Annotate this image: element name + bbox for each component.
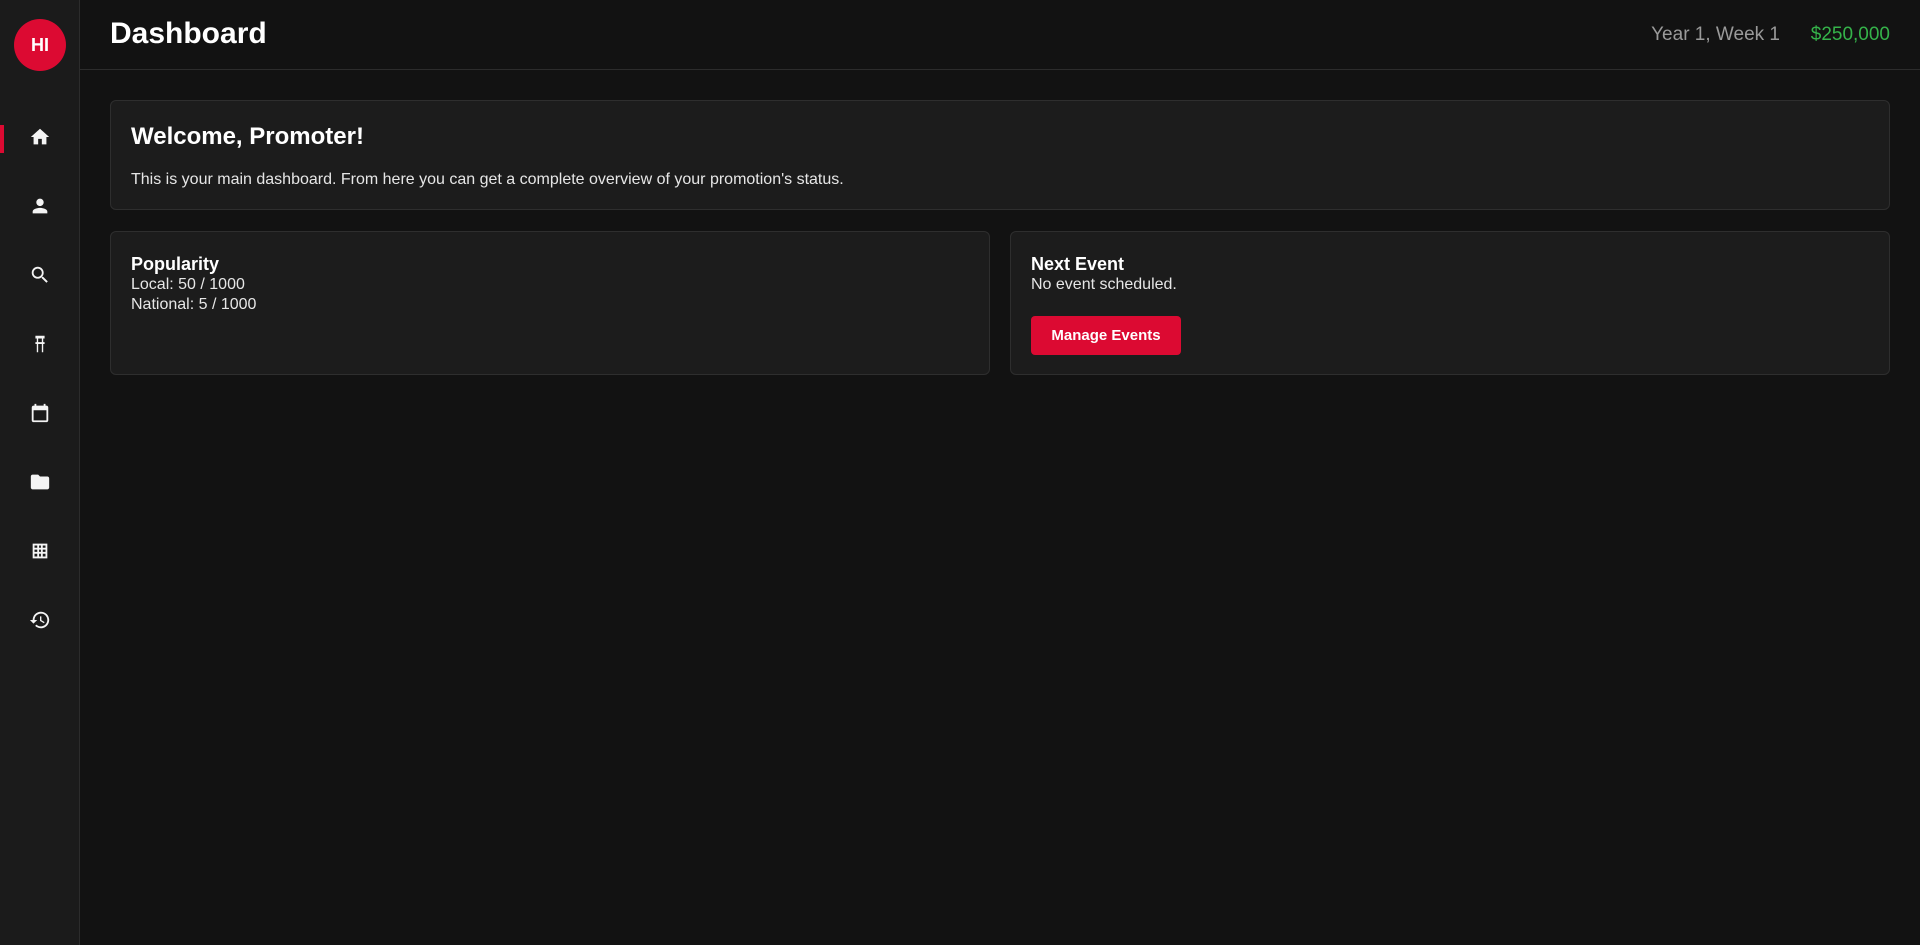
nav-history[interactable] [0, 597, 79, 643]
sidebar: HI [0, 0, 80, 945]
popularity-card: Popularity Local: 50 / 1000 National: 5 … [110, 231, 990, 375]
home-icon [30, 128, 49, 145]
page-title: Dashboard [110, 17, 267, 50]
money-balance: $250,000 [1810, 24, 1890, 45]
welcome-text: This is your main dashboard. From here y… [131, 171, 844, 188]
ring-icon [34, 335, 45, 353]
nav-search[interactable] [0, 252, 79, 298]
person-icon [32, 198, 47, 214]
nav-ring[interactable] [0, 321, 79, 367]
welcome-card: Welcome, Promoter! This is your main das… [110, 100, 1890, 210]
local-popularity: Local: 50 / 1000 [131, 276, 245, 293]
calendar-icon [31, 403, 48, 423]
grid-icon [32, 543, 47, 559]
game-date: Year 1, Week 1 [1651, 24, 1780, 45]
manage-events-button[interactable]: Manage Events [1031, 316, 1181, 355]
nav-grid[interactable] [0, 528, 79, 574]
nav-files[interactable] [0, 459, 79, 505]
logo[interactable]: HI [14, 19, 66, 71]
nav-roster[interactable] [0, 183, 79, 229]
welcome-title: Welcome, Promoter! [131, 123, 364, 150]
next-event-title: Next Event [1031, 254, 1125, 274]
folder-icon [30, 474, 49, 490]
next-event-status: No event scheduled. [1031, 276, 1177, 293]
national-popularity: National: 5 / 1000 [131, 296, 257, 313]
popularity-title: Popularity [131, 254, 220, 274]
history-icon [29, 611, 49, 629]
nav-calendar[interactable] [0, 390, 79, 436]
next-event-card: Next Event No event scheduled. Manage Ev… [1010, 231, 1890, 375]
top-bar: Dashboard Year 1, Week 1 $250,000 [80, 0, 1920, 70]
nav-home[interactable] [0, 114, 79, 160]
search-icon [31, 266, 48, 283]
